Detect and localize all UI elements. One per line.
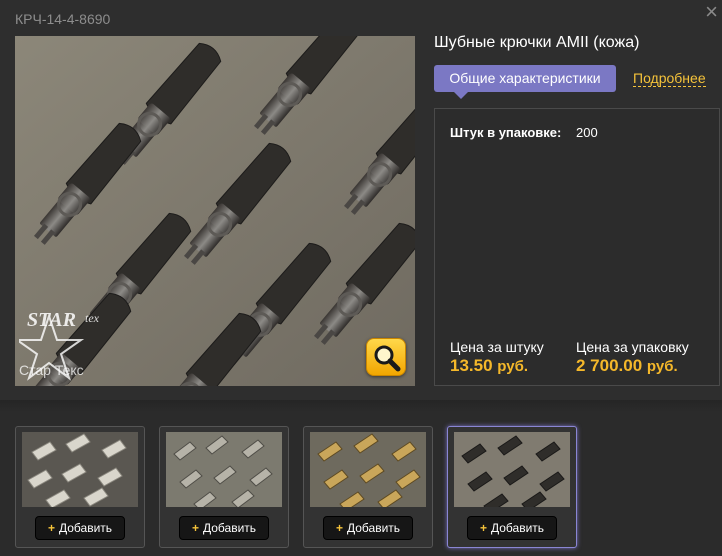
thumbnail-image xyxy=(454,432,570,507)
magnifier-icon xyxy=(374,345,401,372)
main-product-photo: STAR tex Стар Текс xyxy=(15,36,415,386)
add-button-label: Добавить xyxy=(346,521,401,535)
unit-price: 13.50 руб. xyxy=(450,356,528,376)
specs-box: Штук в упаковке: 200 Цена за штуку 13.50… xyxy=(434,108,720,386)
add-button[interactable]: + Добавить xyxy=(467,516,557,540)
thumbnail-card-selected[interactable]: + Добавить xyxy=(447,426,577,548)
plus-icon: + xyxy=(191,521,199,535)
add-button-label: Добавить xyxy=(490,521,545,535)
unit-price-currency: руб. xyxy=(497,358,529,375)
close-icon[interactable]: × xyxy=(705,1,718,23)
tab-general-characteristics[interactable]: Общие характеристики xyxy=(434,65,616,99)
pack-price: 2 700.00 руб. xyxy=(576,356,678,376)
unit-price-value: 13.50 xyxy=(450,356,493,375)
pack-price-value: 2 700.00 xyxy=(576,356,643,375)
pack-quantity-value: 200 xyxy=(576,125,598,140)
plus-icon: + xyxy=(335,521,343,535)
thumbnail-image xyxy=(166,432,282,507)
thumbnail-image xyxy=(22,432,138,507)
add-button[interactable]: + Добавить xyxy=(35,516,125,540)
plus-icon: + xyxy=(479,521,487,535)
svg-text:STAR: STAR xyxy=(27,309,76,331)
unit-price-label: Цена за штуку xyxy=(450,339,544,355)
pack-price-label: Цена за упаковку xyxy=(576,339,689,355)
add-button-label: Добавить xyxy=(58,521,113,535)
plus-icon: + xyxy=(47,521,55,535)
thumbnail-card[interactable]: + Добавить xyxy=(303,426,433,548)
add-button-label: Добавить xyxy=(202,521,257,535)
product-title: Шубные крючки AMII (кожа) xyxy=(434,34,640,51)
panel-divider xyxy=(0,400,722,412)
add-button[interactable]: + Добавить xyxy=(179,516,269,540)
watermark-text: Стар Текс xyxy=(19,362,84,378)
tab-more-details[interactable]: Подробнее xyxy=(633,70,706,87)
zoom-button[interactable] xyxy=(366,338,406,376)
thumbnail-card[interactable]: + Добавить xyxy=(15,426,145,548)
product-sku: КРЧ-14-4-8690 xyxy=(15,11,111,27)
add-button[interactable]: + Добавить xyxy=(323,516,413,540)
pack-price-currency: руб. xyxy=(646,358,678,375)
thumbnail-card[interactable]: + Добавить xyxy=(159,426,289,548)
thumbnail-image xyxy=(310,432,426,507)
pack-quantity-label: Штук в упаковке: xyxy=(450,125,562,140)
svg-text:tex: tex xyxy=(85,311,100,325)
